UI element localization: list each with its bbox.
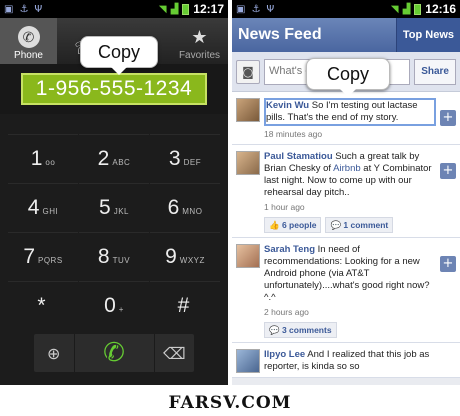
- post-time: 2 hours ago: [264, 307, 309, 317]
- key-hash[interactable]: #: [150, 281, 220, 330]
- dial-keypad: 1 oo 2 ABC 3 DEF 4 GHI 5 JKL 6 MNO 7 PQRS 8 TUV …: [8, 134, 220, 330]
- avatar[interactable]: [236, 98, 260, 122]
- dial-action-bar: ⊕ ✆ ⌫: [34, 334, 194, 372]
- likes-badge[interactable]: 👍 6 people: [264, 217, 322, 233]
- wifi-icon: ◥: [158, 3, 167, 15]
- battery-icon: [182, 3, 190, 15]
- post-author[interactable]: Paul Stamatiou: [264, 151, 333, 162]
- plus-icon[interactable]: +: [440, 163, 456, 179]
- key-star[interactable]: *: [8, 281, 78, 330]
- avatar[interactable]: [236, 349, 260, 373]
- wifi-icon: ◥: [390, 3, 399, 15]
- plus-circle-icon: ⊕: [47, 343, 61, 363]
- key-8[interactable]: 8 TUV: [79, 232, 149, 281]
- backspace-icon: ⌫: [162, 343, 186, 363]
- notification-icons: ▣ ⚓ Ψ: [4, 3, 43, 15]
- post-time: 1 hour ago: [264, 202, 305, 212]
- post-author[interactable]: Kevin Wu: [266, 100, 309, 111]
- status-time: 12:16: [425, 2, 456, 16]
- page-title: News Feed: [238, 26, 322, 43]
- comments-badge[interactable]: 💬 1 comment: [325, 217, 394, 233]
- feed-post[interactable]: Ilpyo Lee And I realized that this job a…: [232, 343, 460, 378]
- camera-icon[interactable]: ◙: [236, 59, 260, 84]
- phone-icon: ✆: [17, 26, 40, 48]
- tab-label: Favorites: [178, 50, 221, 61]
- dialer-screen: ▣⚓Ψ ◥ ▟ 12:17 ✆ Phone ☏ ▭ ★ Favorites 1-…: [0, 0, 228, 385]
- key-4[interactable]: 4 GHI: [8, 183, 78, 232]
- status-time: 12:17: [193, 2, 224, 16]
- watermark-text: FARSV.COM: [168, 392, 292, 413]
- voicemail-icon: oo: [45, 157, 56, 167]
- tab-label: Phone: [14, 50, 43, 61]
- status-bar: ▣ ⚓ Ψ ◥ ▟ 12:17: [0, 0, 228, 18]
- plus-icon[interactable]: +: [440, 256, 456, 272]
- plus-icon[interactable]: +: [440, 110, 456, 126]
- star-icon: ★: [191, 27, 208, 47]
- copy-popup-button[interactable]: Copy: [306, 58, 390, 97]
- battery-icon: [414, 3, 422, 15]
- key-0[interactable]: 0 +: [79, 281, 149, 330]
- post-time: 18 minutes ago: [264, 129, 323, 139]
- key-3[interactable]: 3 DEF: [150, 134, 220, 183]
- key-7[interactable]: 7 PQRS: [8, 232, 78, 281]
- tab-phone[interactable]: ✆ Phone: [0, 18, 57, 64]
- key-1[interactable]: 1 oo: [8, 134, 78, 183]
- notification-icons: ▣ ⚓ Ψ: [236, 3, 275, 15]
- backspace-button[interactable]: ⌫: [155, 334, 195, 372]
- handset-icon: ✆: [103, 338, 125, 368]
- feed-post[interactable]: Paul Stamatiou Such a great talk by Bria…: [232, 145, 460, 238]
- share-button[interactable]: Share: [414, 58, 456, 85]
- avatar[interactable]: [236, 244, 260, 268]
- post-author[interactable]: Ilpyo Lee: [264, 349, 305, 360]
- status-bar: ▣ ⚓ Ψ ◥ ▟ 12:16: [232, 0, 460, 18]
- selected-post-text[interactable]: Kevin Wu So I'm testing out lactase pill…: [264, 98, 436, 126]
- feed-post[interactable]: Kevin Wu So I'm testing out lactase pill…: [232, 92, 460, 145]
- app-header: News Feed Top News: [232, 18, 460, 52]
- comments-badge[interactable]: 💬 3 comments: [264, 322, 337, 338]
- call-button[interactable]: ✆: [73, 334, 155, 372]
- post-author[interactable]: Sarah Teng: [264, 244, 315, 255]
- signal-icon: ▟: [402, 3, 411, 15]
- key-5[interactable]: 5 JKL: [79, 183, 149, 232]
- news-feed-list: Kevin Wu So I'm testing out lactase pill…: [232, 92, 460, 378]
- post-link[interactable]: Airbnb: [333, 163, 360, 174]
- signal-icon: ▟: [170, 3, 179, 15]
- avatar[interactable]: [236, 151, 260, 175]
- key-2[interactable]: 2 ABC: [79, 134, 149, 183]
- tab-favorites[interactable]: ★ Favorites: [171, 18, 228, 64]
- add-contact-button[interactable]: ⊕: [34, 334, 74, 372]
- dialed-number-field[interactable]: 1-956-555-1234: [21, 73, 207, 105]
- key-6[interactable]: 6 MNO: [150, 183, 220, 232]
- facebook-screen: ▣ ⚓ Ψ ◥ ▟ 12:16 News Feed Top News ◙ What'…: [232, 0, 460, 385]
- copy-popup-button[interactable]: Copy: [80, 36, 158, 75]
- key-9[interactable]: 9 WXYZ: [150, 232, 220, 281]
- feed-post[interactable]: Sarah Teng In need of recommendations: L…: [232, 238, 460, 343]
- top-news-button[interactable]: Top News: [395, 18, 460, 52]
